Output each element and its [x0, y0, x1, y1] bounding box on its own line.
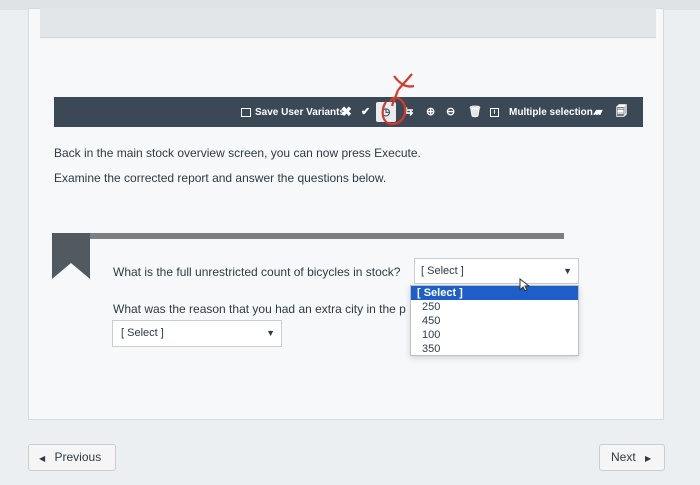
dropdown-option[interactable]: 450: [411, 314, 578, 328]
chevron-left-icon: ◀: [39, 454, 46, 463]
minus-circle-icon: ⊖: [446, 106, 456, 118]
comment-icon: ▰: [594, 106, 603, 118]
instructions: Back in the main stock overview screen, …: [54, 146, 421, 196]
previous-button[interactable]: ◀ Previous: [28, 444, 116, 471]
answer-dropdown-list[interactable]: [ Select ] 250 450 100 350: [410, 285, 579, 356]
sap-toolbar-image: Save User Variants ✖ ✔ ◷ ⇆ ⊕ ⊖ 🗑 i Multi…: [54, 97, 643, 127]
chevron-down-icon: ▼: [563, 266, 572, 276]
instruction-line-2: Examine the corrected report and answer …: [54, 171, 387, 185]
question-2-select[interactable]: [ Select ] ▼: [112, 320, 282, 347]
trash-icon: 🗑: [468, 106, 482, 118]
save-variants-item: Save User Variants: [241, 97, 345, 127]
dropdown-option[interactable]: [ Select ]: [411, 286, 578, 300]
chevron-down-icon: ▼: [266, 328, 275, 338]
mouse-cursor-icon: [519, 278, 531, 292]
question-1-select[interactable]: [ Select ] ▼: [414, 258, 579, 284]
chevron-right-icon: ▶: [645, 454, 652, 463]
dropdown-option[interactable]: 250: [411, 300, 578, 314]
question-1-text: What is the full unrestricted count of b…: [113, 265, 401, 279]
dropdown-option[interactable]: 100: [411, 328, 578, 342]
add-circle-icon: ⊕: [426, 106, 436, 118]
cross-icon: ✖: [341, 104, 352, 119]
next-label: Next: [611, 450, 636, 464]
next-button[interactable]: Next ▶: [599, 444, 665, 471]
save-icon: [241, 107, 251, 117]
question-1-select-value: [ Select ]: [421, 265, 464, 277]
question-2-text: What was the reason that you had an extr…: [113, 302, 406, 316]
instruction-line-1: Back in the main stock overview screen, …: [54, 146, 421, 160]
question-2-select-value: [ Select ]: [121, 327, 164, 339]
question-banner: [52, 233, 564, 239]
previous-label: Previous: [54, 450, 102, 464]
multiple-selection-label: Multiple selection...: [509, 106, 602, 118]
embedded-screenshot-top: [40, 8, 656, 38]
quiz-content-panel: [28, 8, 664, 420]
delete-bin-icon: 🗐: [616, 106, 627, 118]
save-variants-label: Save User Variants: [255, 106, 346, 118]
check-icon: ✔: [361, 106, 371, 118]
multiple-selection-item: i Multiple selection...: [490, 97, 601, 127]
bookmark-flag-notch: [52, 263, 90, 279]
dropdown-option[interactable]: 350: [411, 342, 578, 356]
info-icon: i: [490, 107, 499, 117]
handwritten-annotation-icon: [381, 73, 415, 126]
